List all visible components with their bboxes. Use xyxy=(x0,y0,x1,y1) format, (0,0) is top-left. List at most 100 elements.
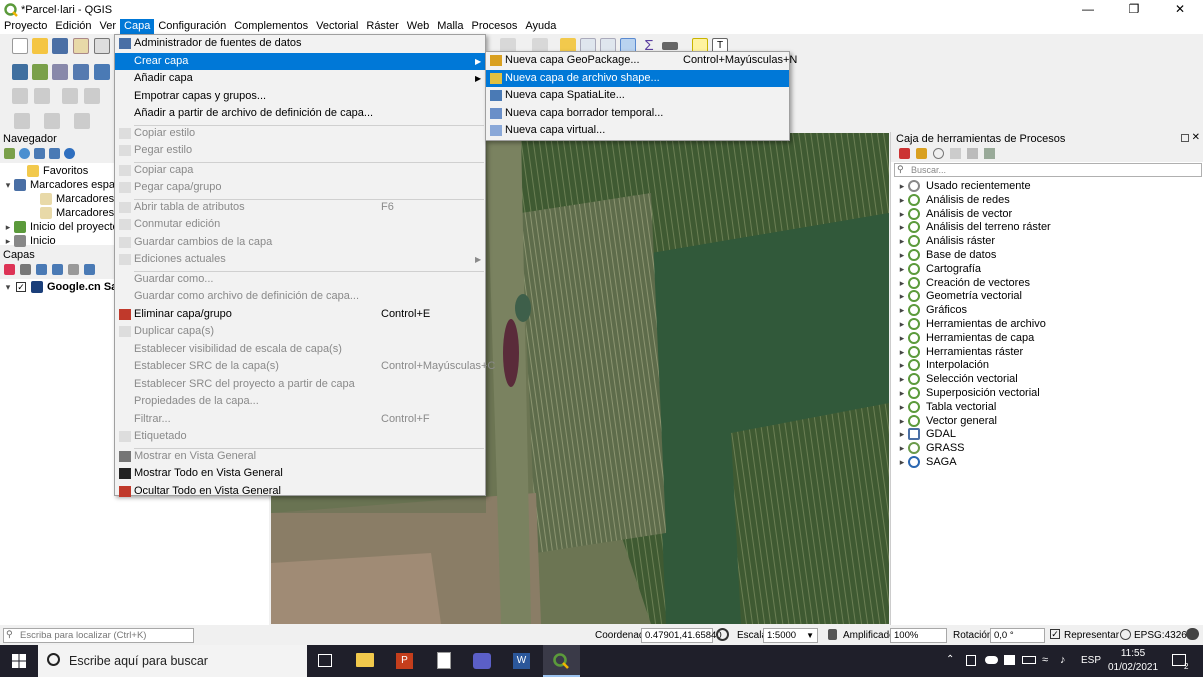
expand-arrow-icon[interactable]: ▾ xyxy=(2,178,14,192)
expand-arrow-icon[interactable]: ▸ xyxy=(896,414,908,428)
open-project-icon[interactable] xyxy=(32,38,48,54)
collapse-all-icon[interactable] xyxy=(49,148,60,159)
menu-capa[interactable]: Capa xyxy=(120,19,155,34)
ruler-icon[interactable] xyxy=(662,42,678,50)
navigator-item[interactable]: ▾ Marcadores espaci xyxy=(2,178,123,192)
menu-web[interactable]: Web xyxy=(403,19,433,34)
styling-icon[interactable] xyxy=(4,264,15,275)
dropbox-icon[interactable] xyxy=(1004,655,1015,665)
snapping-icon[interactable] xyxy=(62,88,78,104)
processing-group[interactable]: ▸ Análisis ráster xyxy=(896,234,995,248)
capa-menu-item[interactable]: Empotrar capas y grupos... xyxy=(115,88,485,105)
tray-chevron-icon[interactable]: ⌃ xyxy=(946,654,954,665)
processing-group[interactable]: ▸ Creación de vectores xyxy=(896,276,1030,290)
capa-menu-item[interactable]: Administrador de fuentes de datos xyxy=(115,35,485,52)
expand-arrow-icon[interactable]: ▸ xyxy=(896,372,908,386)
expand-arrow-icon[interactable]: ▸ xyxy=(896,386,908,400)
crs-button[interactable]: EPSG:4326 xyxy=(1134,630,1187,641)
crear-capa-item[interactable]: Nueva capa de archivo shape... xyxy=(486,69,789,87)
edit-tool-icon[interactable] xyxy=(12,88,28,104)
crear-capa-item[interactable]: Nueva capa virtual... xyxy=(486,122,789,139)
task-view-icon[interactable] xyxy=(318,654,332,667)
menu-ver[interactable]: Ver xyxy=(96,19,121,34)
navigator-item[interactable]: ▸ Inicio xyxy=(2,234,56,248)
measure-icon[interactable] xyxy=(14,113,30,129)
new-project-icon[interactable] xyxy=(12,38,28,54)
processing-group[interactable]: ▸ Interpolación xyxy=(896,358,989,372)
crear-capa-item[interactable]: Nueva capa SpatiaLite... xyxy=(486,87,789,104)
teams-icon[interactable] xyxy=(473,653,491,669)
navigator-item[interactable]: Favoritos xyxy=(15,164,88,178)
language-indicator[interactable]: ESP xyxy=(1081,655,1101,666)
menu-proyecto[interactable]: Proyecto xyxy=(0,19,51,34)
processing-group[interactable]: ▸ Usado recientemente xyxy=(896,179,1031,193)
taskbar-search-box[interactable]: Escribe aquí para buscar xyxy=(38,645,307,677)
expand-arrow-icon[interactable]: ▸ xyxy=(2,234,14,248)
label-tool-icon[interactable] xyxy=(74,113,90,129)
add-selected-icon[interactable] xyxy=(4,148,15,159)
file-explorer-icon[interactable] xyxy=(356,653,374,667)
identify-icon[interactable] xyxy=(44,113,60,129)
expand-arrow-icon[interactable]: ▸ xyxy=(896,358,908,372)
messages-icon[interactable] xyxy=(1186,628,1199,640)
select-icon[interactable] xyxy=(84,88,100,104)
processing-group[interactable]: ▸ Gráficos xyxy=(896,303,967,317)
menu-vectorial[interactable]: Vectorial xyxy=(312,19,362,34)
expand-arrow-icon[interactable]: ▸ xyxy=(896,317,908,331)
windows-start-icon[interactable] xyxy=(12,654,26,668)
processing-group[interactable]: ▸ Superposición vectorial xyxy=(896,386,1040,400)
qgis-taskbar-button[interactable] xyxy=(543,645,580,677)
rotation-field[interactable]: 0,0 ° xyxy=(990,628,1045,643)
expand-arrow-icon[interactable]: ▸ xyxy=(896,345,908,359)
close-button[interactable]: ✕ xyxy=(1157,0,1203,19)
processing-group[interactable]: ▸ Base de datos xyxy=(896,248,996,262)
capa-menu-item[interactable]: Añadir capa ▶ xyxy=(115,70,485,87)
processing-group[interactable]: ▸ Análisis de redes xyxy=(896,193,1010,207)
float-panel-icon[interactable] xyxy=(1181,134,1189,142)
models-icon[interactable] xyxy=(899,148,910,159)
expand-arrow-icon[interactable]: ▸ xyxy=(896,234,908,248)
expand-arrow-icon[interactable]: ▸ xyxy=(896,400,908,414)
menu-complementos[interactable]: Complementos xyxy=(230,19,312,34)
clock-time[interactable]: 11:55 xyxy=(1110,648,1156,659)
toggle-extents-icon[interactable] xyxy=(716,628,729,641)
layer-checkbox[interactable]: ✓ xyxy=(16,282,26,292)
capa-menu-item[interactable]: Crear capa ▶ xyxy=(115,52,485,70)
add-wms-icon[interactable] xyxy=(94,64,110,80)
expand-arrow-icon[interactable]: ▸ xyxy=(896,220,908,234)
capa-menu-item[interactable]: Añadir a partir de archivo de definición… xyxy=(115,105,485,122)
tray-app-icon[interactable] xyxy=(966,655,976,666)
options-wrench-icon[interactable] xyxy=(984,148,995,159)
crear-capa-item[interactable]: Nueva capa borrador temporal... xyxy=(486,105,789,122)
powerpoint-icon[interactable]: P xyxy=(396,653,413,669)
expand-arrow-icon[interactable]: ▸ xyxy=(896,262,908,276)
collapse-icon[interactable] xyxy=(84,264,95,275)
add-delimited-icon[interactable] xyxy=(52,64,68,80)
lock-icon[interactable] xyxy=(828,629,837,640)
expand-arrow-icon[interactable]: ▸ xyxy=(896,289,908,303)
processing-group[interactable]: ▸ GRASS xyxy=(896,441,965,455)
crear-capa-item[interactable]: Nueva capa GeoPackage... Control+Mayúscul… xyxy=(486,52,797,69)
add-vector-icon[interactable] xyxy=(12,64,28,80)
notepad-icon[interactable] xyxy=(437,652,451,669)
expand-arrow-icon[interactable]: ▸ xyxy=(896,441,908,455)
add-raster-icon[interactable] xyxy=(32,64,48,80)
print-layout-icon[interactable] xyxy=(73,38,89,54)
close-panel-icon[interactable]: ✕ xyxy=(1192,132,1200,143)
processing-group[interactable]: ▸ Geometría vectorial xyxy=(896,289,1022,303)
processing-group[interactable]: ▸ Herramientas de archivo xyxy=(896,317,1046,331)
onedrive-icon[interactable] xyxy=(985,656,998,664)
magnifier-field[interactable]: 100% xyxy=(890,628,947,643)
expand-arrow-icon[interactable]: ▸ xyxy=(896,179,908,193)
capa-menu-item[interactable]: Mostrar Todo en Vista General xyxy=(115,465,485,482)
maximize-button[interactable]: ❐ xyxy=(1111,0,1157,19)
navigator-item[interactable]: ▸ Inicio del proyecto xyxy=(2,220,119,234)
volume-icon[interactable]: ♪ xyxy=(1060,654,1066,666)
expand-arrow-icon[interactable]: ▸ xyxy=(896,276,908,290)
save-project-icon[interactable] xyxy=(52,38,68,54)
clock-date[interactable]: 01/02/2021 xyxy=(1106,662,1160,673)
render-checkbox[interactable]: ✓ xyxy=(1050,629,1060,639)
processing-group[interactable]: ▸ Tabla vectorial xyxy=(896,400,996,414)
expand-arrow-icon[interactable]: ▸ xyxy=(896,207,908,221)
edit-features-in-place-icon[interactable] xyxy=(967,148,978,159)
